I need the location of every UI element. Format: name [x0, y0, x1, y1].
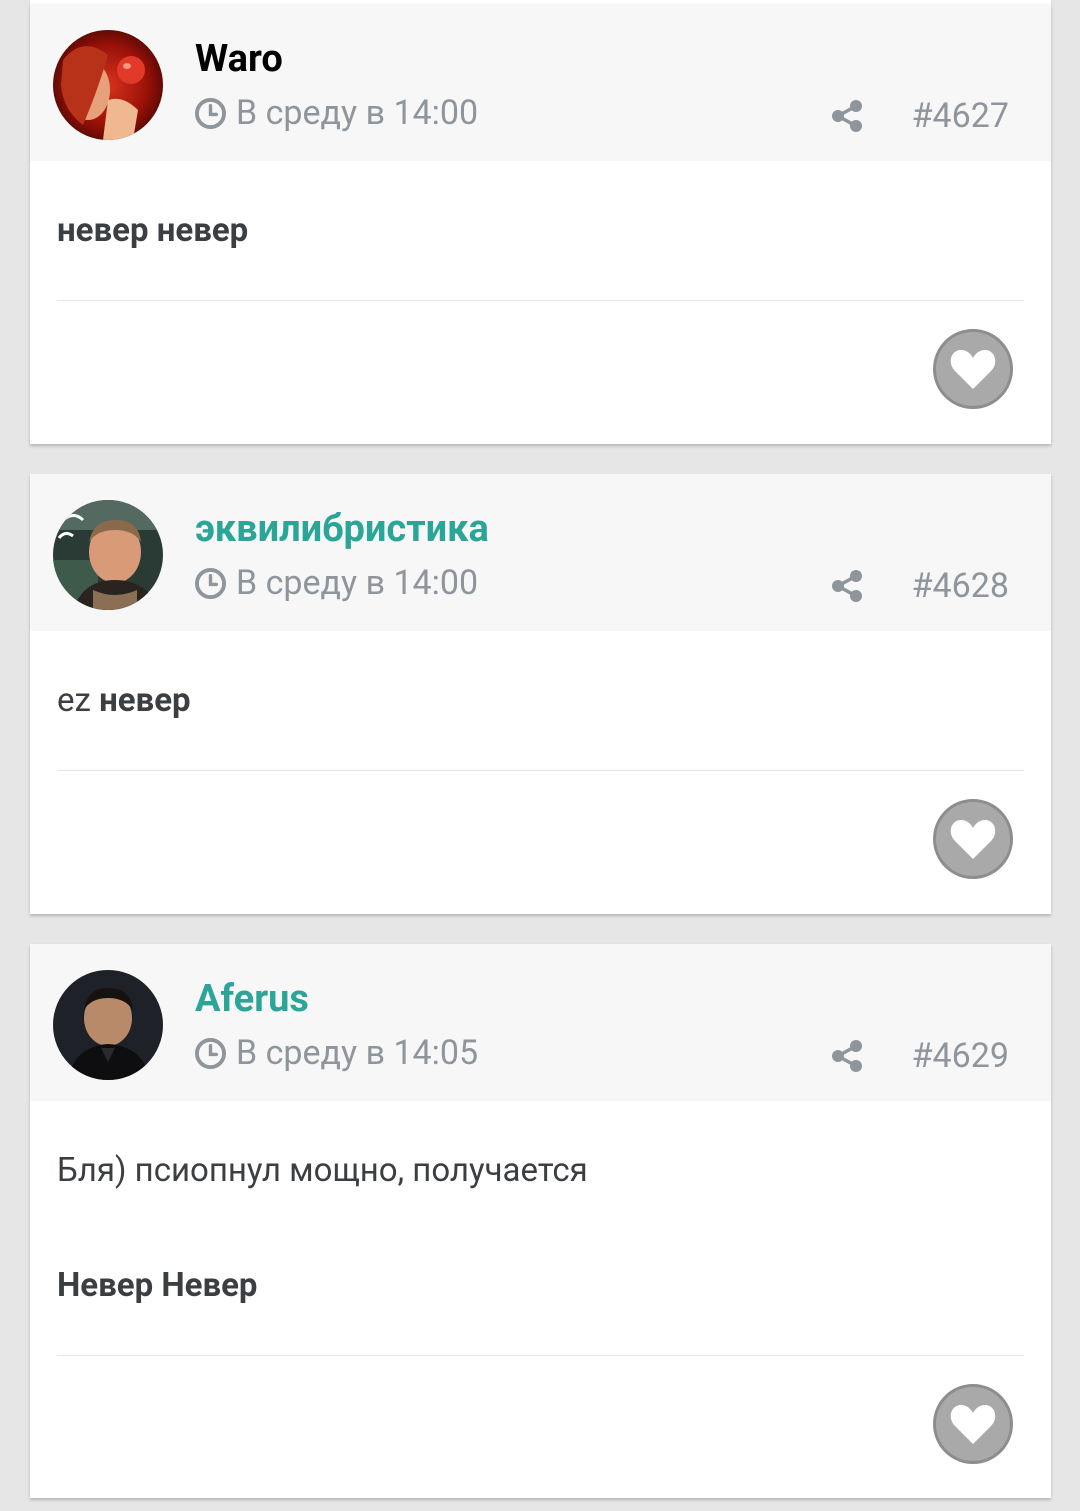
post-content: Бля) псиопнул мощно, получается Невер Не…: [30, 1101, 1051, 1306]
username[interactable]: эквилибристика: [195, 504, 489, 554]
post-text-bold-line: Невер Невер: [57, 1266, 1024, 1306]
post-text: ez невер: [57, 681, 1024, 721]
divider: [57, 300, 1024, 301]
avatar[interactable]: [53, 30, 163, 140]
post-content: ez невер: [30, 631, 1051, 721]
bold-text: Невер Невер: [57, 1266, 258, 1305]
avatar[interactable]: [53, 500, 163, 610]
clock-icon: [195, 567, 226, 599]
username[interactable]: Aferus: [195, 974, 309, 1024]
post-header: Waro В среду в 14:00 #4627: [30, 4, 1051, 161]
divider: [57, 1355, 1024, 1356]
avatar[interactable]: [53, 970, 163, 1080]
post-content: невер невер: [30, 161, 1051, 251]
post-timestamp: В среду в 14:00: [195, 558, 478, 608]
post-card: эквилибристика В среду в 14:00 #4628 ez …: [30, 474, 1051, 914]
divider: [57, 770, 1024, 771]
heart-icon: [950, 1405, 996, 1444]
plain-text: ez: [57, 681, 100, 720]
post-number-link[interactable]: #4627: [912, 91, 1009, 141]
clock-icon: [195, 1037, 226, 1069]
like-button[interactable]: [933, 799, 1013, 879]
like-button[interactable]: [933, 1384, 1013, 1464]
share-icon[interactable]: [830, 99, 864, 133]
bold-text: невер: [99, 681, 191, 720]
post-header: Aferus В среду в 14:05 #4629: [30, 944, 1051, 1101]
post-card: Waro В среду в 14:00 #4627 невер невер: [30, 4, 1051, 444]
heart-icon: [950, 350, 996, 389]
post-text: Бля) псиопнул мощно, получается: [57, 1151, 588, 1190]
post-number-link[interactable]: #4628: [912, 561, 1009, 611]
post-timestamp: В среду в 14:00: [195, 88, 478, 138]
timestamp-text: В среду в 14:05: [236, 1033, 479, 1073]
post-header: эквилибристика В среду в 14:00 #4628: [30, 474, 1051, 631]
timestamp-text: В среду в 14:00: [236, 93, 479, 133]
heart-icon: [950, 820, 996, 859]
username[interactable]: Waro: [195, 34, 283, 84]
bold-text: невер невер: [57, 211, 249, 250]
post-text: невер невер: [57, 211, 1024, 251]
post-timestamp: В среду в 14:05: [195, 1028, 478, 1078]
timestamp-text: В среду в 14:00: [236, 563, 479, 603]
post-number-link[interactable]: #4629: [912, 1031, 1009, 1081]
post-card: Aferus В среду в 14:05 #4629 Бля) псиопн…: [30, 944, 1051, 1498]
share-icon[interactable]: [830, 1039, 864, 1073]
clock-icon: [195, 97, 226, 129]
share-icon[interactable]: [830, 569, 864, 603]
like-button[interactable]: [933, 329, 1013, 409]
